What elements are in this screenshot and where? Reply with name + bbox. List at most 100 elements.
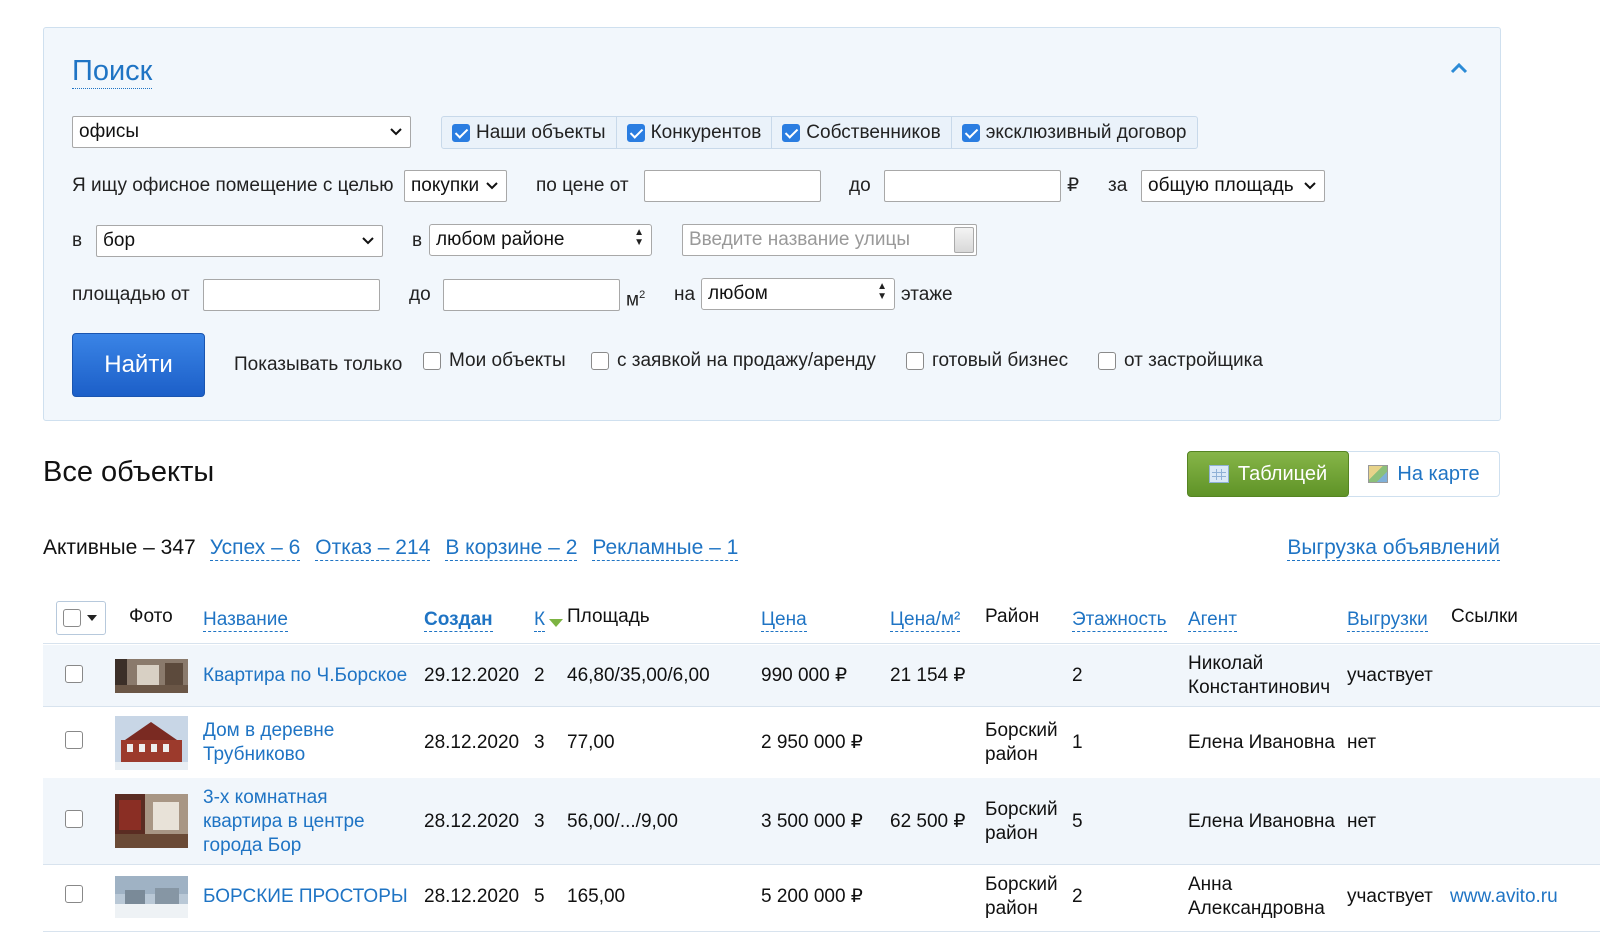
price-per-m2: 21 154 ₽ [890,665,966,686]
map-icon [1368,465,1389,483]
row-checkbox[interactable] [65,665,83,683]
view-toggle: Таблицей На карте [1187,451,1500,497]
floor-suffix: этаже [901,284,953,305]
checkbox-our-objects[interactable] [452,123,470,142]
purpose-select[interactable]: покупки [404,170,507,202]
filter-exclusive[interactable]: эксклюзивный договор [952,117,1197,148]
district-label: в [412,230,423,251]
object-name-line1[interactable]: Дом в деревне [203,719,334,743]
agent-line1: Анна [1188,874,1233,895]
price-from-input[interactable] [644,170,821,202]
view-table-button[interactable]: Таблицей [1187,451,1349,497]
find-button[interactable]: Найти [72,333,205,397]
view-map-button[interactable]: На карте [1349,452,1499,496]
filter-success[interactable]: Успех – 6 [209,536,301,561]
floors: 2 [1072,886,1083,907]
row-checkbox[interactable] [65,731,83,749]
checkbox-competitors[interactable] [626,123,645,142]
floors: 2 [1072,665,1083,686]
object-name-line1[interactable]: 3-х комнатная [203,786,328,810]
row-checkbox[interactable] [65,885,83,903]
floor-select[interactable]: любом ▲ ▼ [701,278,895,310]
rooms: 3 [534,811,545,832]
object-name[interactable]: Квартира по Ч.Борское [203,664,407,688]
object-name-line2[interactable]: Трубниково [203,743,305,767]
col-price[interactable]: Цена [761,609,807,632]
col-floors[interactable]: Этажность [1072,609,1167,632]
table-row[interactable]: Квартира по Ч.Борское 29.12.2020 2 46,80… [43,645,1600,707]
filter-trash[interactable]: В корзине – 2 [445,536,578,561]
price-to-input[interactable] [884,170,1061,202]
object-photo[interactable] [115,716,188,770]
table-row[interactable]: БОРСКИЕ ПРОСТОРЫ 28.12.2020 5 165,00 5 2… [43,866,1600,932]
col-agent[interactable]: Агент [1188,609,1237,632]
object-photo[interactable] [115,876,188,918]
search-title[interactable]: Поиск [72,54,153,89]
area-from-input[interactable] [203,279,380,311]
show-with-request[interactable]: с заявкой на продажу/аренду [591,350,876,372]
district-line1: Борский [985,799,1058,820]
show-ready-business[interactable]: готовый бизнес [906,350,1068,372]
checkbox-with-request[interactable] [591,352,609,370]
row-checkbox[interactable] [65,810,83,828]
export-ads-link[interactable]: Выгрузка объявлений [1287,536,1500,561]
district-line1: Борский [985,720,1058,741]
district-select[interactable]: любом районе ▲ ▼ [429,224,652,256]
table-row[interactable]: Дом в деревне Трубниково 28.12.2020 3 77… [43,708,1600,778]
chevron-up-icon[interactable] [1450,62,1470,78]
col-name[interactable]: Название [203,609,288,632]
price-per-select[interactable]: общую площадь [1141,170,1325,202]
object-name-line2[interactable]: квартира в центре [203,810,365,834]
checkbox-owners[interactable] [782,123,801,142]
property-type-value: офисы [79,121,139,142]
checkbox-ready-business[interactable] [906,352,924,370]
show-from-developer[interactable]: от застройщика [1098,350,1263,372]
rooms: 5 [534,886,545,907]
chevron-down-icon [389,117,403,147]
street-scroll-handle[interactable] [954,227,974,253]
col-district: Район [985,606,1040,627]
checkbox-from-developer[interactable] [1098,352,1116,370]
floor-value: любом [708,283,768,304]
price: 990 000 ₽ [761,665,848,686]
objects-title: Все объекты [43,456,215,488]
col-exports[interactable]: Выгрузки [1347,609,1428,632]
price: 2 950 000 ₽ [761,732,863,753]
filter-owners[interactable]: Собственников [772,117,952,148]
table-row[interactable]: 3-х комнатная квартира в центре города Б… [43,778,1600,865]
object-name-line3[interactable]: города Бор [203,834,301,858]
district-line1: Борский [985,874,1058,895]
select-all-checkbox[interactable] [63,609,81,627]
col-price-m2[interactable]: Цена/м² [890,609,961,632]
object-photo[interactable] [115,794,188,848]
district-value: любом районе [436,229,565,250]
created-date: 29.12.2020 [424,665,520,686]
table-icon [1208,465,1229,483]
checkbox-exclusive[interactable] [961,123,980,142]
price-to-label: до [849,175,871,196]
checkbox-my-objects[interactable] [423,352,441,370]
street-input[interactable]: Введите название улицы [682,224,977,256]
show-my-objects[interactable]: Мои объекты [423,350,566,372]
filter-label: Конкурентов [650,121,762,143]
object-photo[interactable] [115,659,188,693]
col-area: Площадь [567,606,650,627]
select-all-dropdown[interactable] [56,601,106,635]
col-created[interactable]: Создан [424,609,493,632]
area-to-input[interactable] [443,279,620,311]
price-per-m2: 62 500 ₽ [890,811,966,832]
object-name[interactable]: БОРСКИЕ ПРОСТОРЫ [203,885,408,909]
filter-ads[interactable]: Рекламные – 1 [592,536,739,561]
external-link[interactable]: www.avito.ru [1450,885,1558,909]
filter-rejected[interactable]: Отказ – 214 [315,536,431,561]
filter-our-objects[interactable]: Наши объекты [442,117,617,148]
street-placeholder: Введите название улицы [689,229,911,250]
col-links: Ссылки [1451,606,1518,627]
property-type-select[interactable]: офисы [72,116,411,148]
updown-icon: ▲ ▼ [634,227,644,248]
area-unit: м2 [626,289,646,311]
filter-competitors[interactable]: Конкурентов [617,117,773,148]
price: 3 500 000 ₽ [761,811,863,832]
city-select[interactable]: бор [96,225,383,257]
col-rooms[interactable]: К [534,609,546,632]
